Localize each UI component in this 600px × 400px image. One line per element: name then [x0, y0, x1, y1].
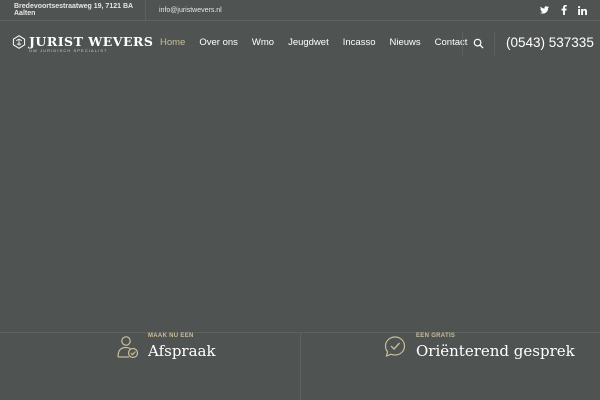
main-navigation: Home Over ons Wmo Jeugdwet Incasso Nieuw… [153, 37, 474, 48]
cta-eyebrow: EEN GRATIS [416, 333, 456, 339]
logo-emblem-icon [12, 35, 26, 49]
top-info-bar: Bredevoortsestraatweg 19, 7121 BA Aalten… [0, 0, 600, 21]
nav-item-incasso[interactable]: Incasso [343, 37, 376, 48]
logo-tagline: UW JURIDISCH SPECIALIST [29, 48, 108, 53]
nav-item-over-ons[interactable]: Over ons [199, 37, 238, 48]
divider [462, 31, 463, 55]
phone-number[interactable]: (0543) 537335 [506, 35, 594, 50]
cta-title: Oriënterend gesprek [416, 342, 575, 360]
nav-item-wmo[interactable]: Wmo [252, 37, 274, 48]
nav-item-jeugdwet[interactable]: Jeugdwet [288, 37, 329, 48]
nav-item-nieuws[interactable]: Nieuws [389, 37, 420, 48]
chat-check-icon [384, 336, 406, 357]
logo-name: JURIST WEVERS [29, 34, 154, 49]
cta-title: Afspraak [148, 342, 216, 360]
person-check-icon [117, 336, 139, 359]
divider [494, 31, 495, 55]
address-text: Bredevoortsestraatweg 19, 7121 BA Aalten [14, 3, 133, 17]
nav-item-home[interactable]: Home [160, 37, 185, 48]
social-links [539, 4, 588, 16]
facebook-icon[interactable] [558, 4, 569, 16]
cta-divider [300, 333, 301, 400]
search-icon[interactable] [473, 38, 484, 49]
main-header: JURIST WEVERS UW JURIDISCH SPECIALIST Ho… [0, 22, 600, 64]
site-logo[interactable]: JURIST WEVERS UW JURIDISCH SPECIALIST [12, 34, 154, 53]
twitter-icon[interactable] [539, 4, 550, 16]
email-link[interactable]: info@juristwevers.nl [146, 7, 222, 14]
linkedin-icon[interactable] [577, 4, 588, 16]
cta-eyebrow: MAAK NU EEN [148, 333, 194, 339]
